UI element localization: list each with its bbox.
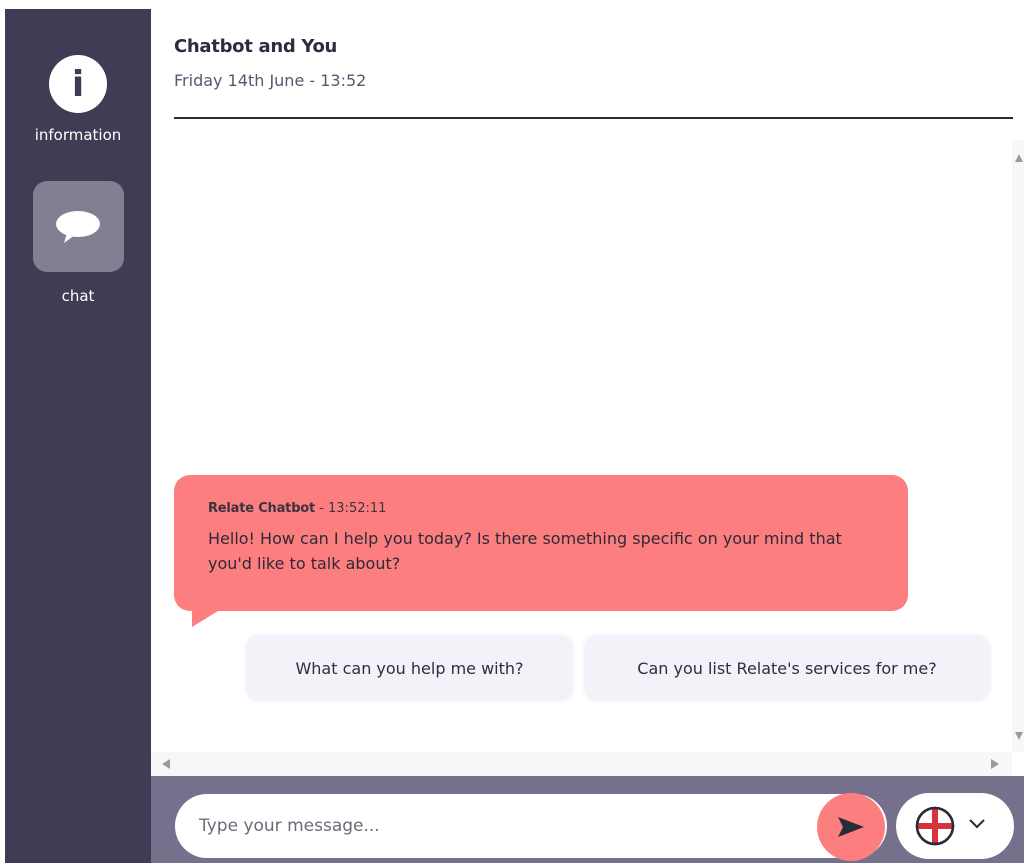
message-meta: Relate Chatbot - 13:52:11 (208, 501, 874, 516)
chat-tile (32, 181, 124, 272)
chevron-down-icon (969, 819, 985, 829)
send-arrow-icon (838, 817, 864, 837)
sidebar-item-information[interactable]: i information (5, 55, 151, 144)
suggestion-chip-help[interactable]: What can you help me with? (246, 635, 573, 701)
page-title: Chatbot and You (174, 36, 338, 57)
window-top-strip (0, 0, 1024, 9)
composer-bar (151, 776, 1024, 863)
bubble-tail (192, 611, 218, 627)
message-timestamp: 13:52:11 (328, 501, 387, 516)
message-input-wrapper (175, 794, 887, 858)
sidebar-item-chat[interactable]: chat (5, 181, 151, 305)
session-date: Friday 14th June - 13:52 (174, 71, 367, 90)
scroll-down-arrow-icon[interactable] (1015, 732, 1023, 740)
vertical-scrollbar[interactable] (1012, 140, 1024, 752)
info-icon: i (49, 55, 107, 113)
bot-message-bubble: Relate Chatbot - 13:52:11 Hello! How can… (174, 475, 908, 627)
language-selector[interactable] (896, 793, 1014, 859)
message-meta-separator: - (315, 501, 329, 516)
message-input[interactable] (199, 810, 799, 842)
sidebar-item-label: information (34, 126, 122, 144)
england-flag-icon (915, 806, 955, 846)
scroll-up-arrow-icon[interactable] (1015, 154, 1023, 162)
chat-header: Chatbot and You Friday 14th June - 13:52 (174, 36, 1012, 90)
suggestion-chip-services[interactable]: Can you list Relate's services for me? (584, 635, 990, 701)
horizontal-scrollbar[interactable] (151, 752, 1012, 776)
scroll-right-arrow-icon[interactable] (991, 759, 999, 769)
header-divider (174, 117, 1013, 119)
scroll-left-arrow-icon[interactable] (162, 759, 170, 769)
sidebar: i information chat (5, 9, 151, 863)
message-sender: Relate Chatbot (208, 501, 316, 516)
sidebar-item-label: chat (61, 287, 95, 305)
send-button[interactable] (817, 793, 885, 861)
message-text: Hello! How can I help you today? Is ther… (208, 529, 842, 573)
chat-bubble-icon (56, 210, 100, 243)
